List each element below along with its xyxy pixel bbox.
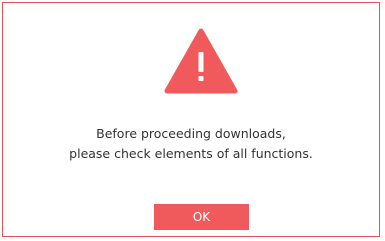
alert-message: Before proceeding downloads, please chec…: [3, 124, 379, 164]
warning-triangle-icon: [164, 28, 238, 94]
exclamation-bar: [198, 52, 204, 72]
alert-message-line-2: please check elements of all functions.: [69, 146, 313, 161]
ok-button[interactable]: OK: [154, 204, 249, 230]
alert-dialog: Before proceeding downloads, please chec…: [2, 2, 380, 237]
exclamation-dot: [198, 76, 204, 81]
alert-message-line-1: Before proceeding downloads,: [96, 126, 286, 141]
